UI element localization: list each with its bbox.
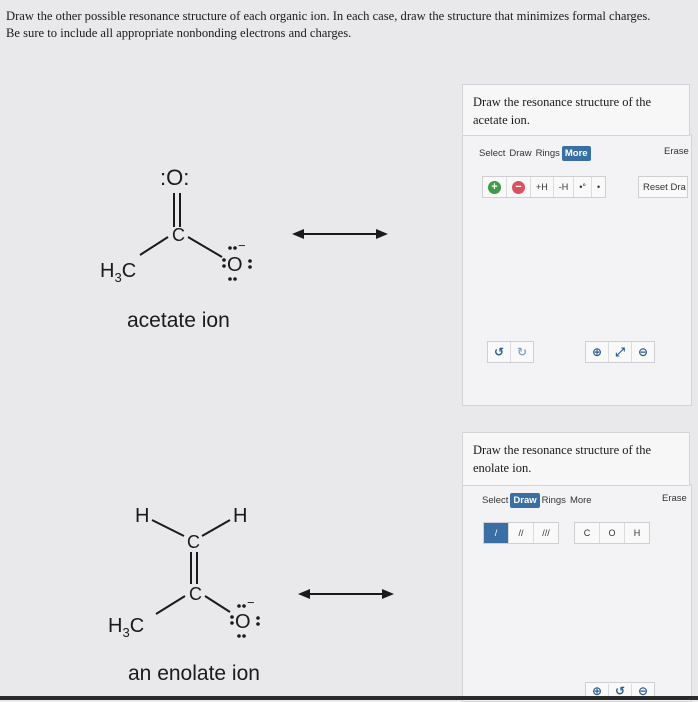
acetate-top-oxygen: :O:: [160, 165, 189, 190]
menu-rings[interactable]: Rings: [534, 146, 562, 161]
undo-redo-group: ↺ ↻: [487, 341, 534, 363]
undo-icon[interactable]: ↺: [488, 342, 511, 362]
reset-drawing-button[interactable]: Reset Dra: [638, 176, 688, 198]
panel-1-toolbar: + − +H -H •° •: [482, 176, 607, 198]
menu-select[interactable]: Select: [480, 493, 510, 508]
panel-1-prompt: Draw the resonance structure of the acet…: [462, 84, 690, 136]
panel-2-prompt: Draw the resonance structure of the enol…: [462, 432, 690, 486]
instructions: Draw the other possible resonance struct…: [6, 8, 696, 42]
zoom-out-icon[interactable]: ⊖: [632, 342, 654, 362]
instructions-line-2: Be sure to include all appropriate nonbo…: [6, 26, 352, 40]
lone-pair-button[interactable]: •°: [574, 177, 593, 197]
bottom-edge: [0, 696, 698, 700]
drawing-panel-1[interactable]: [462, 134, 692, 406]
acetate-charge: −: [238, 238, 246, 253]
drawing-panel-2[interactable]: [462, 484, 692, 702]
single-bond-tool[interactable]: /: [484, 523, 509, 543]
enolate-carbon-bottom: C: [189, 584, 202, 604]
menu-draw[interactable]: Draw: [510, 493, 540, 508]
center-icon[interactable]: ⤢: [609, 342, 632, 362]
triple-bond-tool[interactable]: ///: [534, 523, 558, 543]
zoom-group: ⊕ ⤢ ⊖: [585, 341, 655, 363]
enolate-caption: an enolate ion: [128, 662, 260, 685]
plus-charge-icon: +: [488, 180, 501, 194]
lone-pair-icon: •°: [579, 182, 587, 192]
acetate-carbon: C: [172, 225, 185, 245]
minus-charge-icon: −: [512, 180, 525, 194]
menu-more[interactable]: More: [561, 146, 591, 161]
enolate-h-right: H: [233, 505, 247, 527]
panel-2-erase-button[interactable]: Erase: [662, 493, 687, 504]
panel-1-menu: Select Draw Rings More: [477, 146, 591, 161]
acetate-h3c: H3C: [100, 260, 136, 285]
menu-rings[interactable]: Rings: [540, 493, 568, 508]
bond-tools: / // ///: [483, 522, 559, 544]
redo-icon[interactable]: ↻: [511, 342, 533, 362]
menu-more[interactable]: More: [568, 493, 594, 508]
menu-draw[interactable]: Draw: [507, 146, 533, 161]
double-bond-tool[interactable]: //: [509, 523, 534, 543]
zoom-in-icon[interactable]: ⊕: [586, 342, 609, 362]
resonance-arrow-1: [292, 229, 388, 239]
remove-hydrogen-button[interactable]: -H: [554, 177, 575, 197]
enolate-oxygen-minus: O: [235, 611, 251, 633]
acetate-structure: :O: C H3C O −: [90, 155, 290, 300]
enolate-carbon-top: C: [187, 532, 200, 552]
panel-2-menu: Select Draw Rings More: [480, 493, 594, 508]
atom-hydrogen-button[interactable]: H: [625, 523, 649, 543]
enolate-structure: H H C C H3C O −: [90, 490, 290, 655]
acetate-caption: acetate ion: [127, 309, 230, 332]
acetate-oxygen-minus: O: [227, 254, 243, 276]
enolate-h3c: H3C: [108, 615, 144, 640]
menu-select[interactable]: Select: [477, 146, 507, 161]
radical-icon: •: [597, 182, 601, 192]
add-charge-button[interactable]: +: [483, 177, 507, 197]
atom-carbon-button[interactable]: C: [575, 523, 600, 543]
enolate-h-left: H: [135, 505, 149, 527]
enolate-charge: −: [247, 595, 255, 610]
atom-oxygen-button[interactable]: O: [600, 523, 625, 543]
add-hydrogen-button[interactable]: +H: [531, 177, 554, 197]
atom-tools: C O H: [574, 522, 650, 544]
resonance-arrow-2: [298, 589, 394, 599]
instructions-line-1: Draw the other possible resonance struct…: [6, 9, 651, 23]
remove-charge-button[interactable]: −: [507, 177, 531, 197]
radical-button[interactable]: •: [592, 177, 605, 197]
panel-1-erase-button[interactable]: Erase: [664, 146, 689, 157]
